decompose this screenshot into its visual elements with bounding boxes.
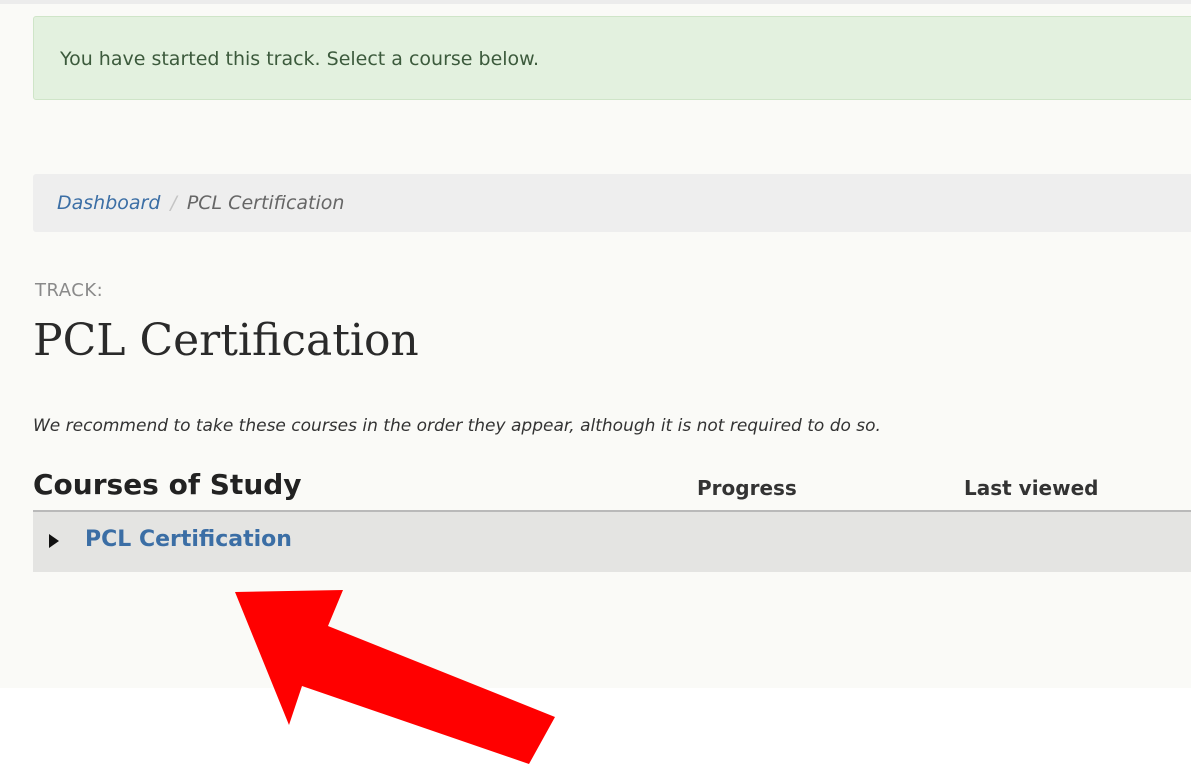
progress-column-header: Progress: [697, 476, 797, 500]
page-content: You have started this track. Select a co…: [0, 0, 1191, 688]
courses-heading: Courses of Study: [33, 468, 302, 501]
breadcrumb-dashboard-link[interactable]: Dashboard: [57, 192, 160, 214]
recommendation-note: We recommend to take these courses in th…: [33, 416, 881, 436]
caret-right-icon[interactable]: [49, 534, 59, 548]
alert-message: You have started this track. Select a co…: [60, 48, 540, 70]
breadcrumb: Dashboard / PCL Certification: [33, 174, 1191, 232]
course-link-pcl-certification[interactable]: PCL Certification: [85, 527, 292, 552]
last-viewed-column-header: Last viewed: [964, 476, 1099, 500]
page-title: PCL Certification: [33, 315, 419, 366]
breadcrumb-current: PCL Certification: [186, 192, 345, 214]
track-label: TRACK:: [35, 280, 104, 301]
breadcrumb-separator: /: [170, 192, 177, 214]
course-row[interactable]: PCL Certification: [33, 510, 1191, 572]
status-alert: You have started this track. Select a co…: [33, 16, 1191, 100]
